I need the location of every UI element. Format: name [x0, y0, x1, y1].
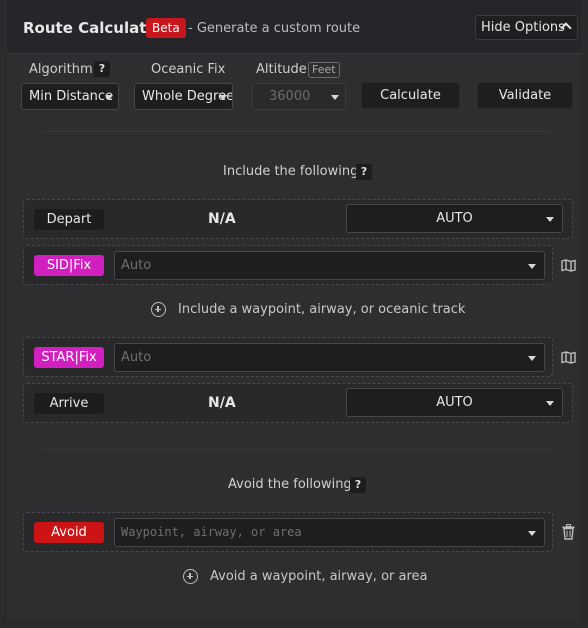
chevron-down-icon — [528, 356, 536, 361]
beta-badge: Beta — [146, 18, 186, 38]
plus-circle-icon[interactable] — [151, 302, 166, 317]
star-fix-select[interactable]: Auto — [114, 343, 545, 372]
chevron-down-icon — [528, 264, 536, 269]
star-fix-tag: STAR|Fix — [34, 347, 104, 368]
arrive-value: N/A — [208, 395, 236, 411]
chevron-down-icon — [219, 95, 227, 100]
arrive-select[interactable]: AUTO — [346, 388, 563, 417]
depart-tag: Depart — [34, 209, 104, 230]
trash-icon[interactable] — [562, 524, 575, 540]
sid-fix-select[interactable]: Auto — [114, 251, 545, 280]
avoid-tag: Avoid — [34, 522, 104, 543]
altitude-select[interactable]: 36000 — [252, 83, 346, 110]
avoid-placeholder: Waypoint, airway, or area — [121, 525, 302, 539]
map-icon[interactable] — [561, 259, 576, 272]
page-title: Route Calculator — [23, 19, 165, 37]
altitude-select-value: 36000 — [269, 89, 311, 104]
chevron-down-icon — [546, 217, 554, 222]
arrive-tag: Arrive — [34, 393, 104, 414]
sid-fix-placeholder: Auto — [121, 258, 152, 273]
chevron-down-icon — [528, 531, 536, 536]
avoid-select[interactable]: Waypoint, airway, or area — [114, 518, 545, 547]
include-waypoint-link[interactable]: Include a waypoint, airway, or oceanic t… — [178, 302, 465, 317]
depart-value: N/A — [208, 211, 236, 227]
chevron-down-icon — [546, 401, 554, 406]
avoid-help-icon[interactable]: ? — [350, 477, 366, 493]
depart-select[interactable]: AUTO — [346, 204, 563, 233]
hide-options-button[interactable]: Hide Options — [475, 15, 578, 40]
oceanic-fix-label: Oceanic Fix — [151, 62, 226, 77]
hide-options-label: Hide Options — [481, 20, 565, 35]
avoid-waypoint-link[interactable]: Avoid a waypoint, airway, or area — [210, 569, 427, 584]
map-icon[interactable] — [561, 351, 576, 364]
altitude-unit-badge: Feet — [308, 62, 340, 78]
include-section-title: Include the following: — [223, 164, 363, 179]
sid-fix-tag: SID|Fix — [34, 255, 104, 276]
include-help-icon[interactable]: ? — [356, 164, 372, 180]
altitude-label: Altitude — [256, 62, 307, 77]
algorithm-select[interactable]: Min Distance — [21, 83, 119, 110]
depart-select-value: AUTO — [436, 211, 473, 226]
algorithm-select-value: Min Distance — [29, 89, 114, 104]
chevron-down-icon — [331, 95, 339, 100]
oceanic-fix-select[interactable]: Whole Degree — [134, 83, 233, 110]
calculate-button[interactable]: Calculate — [361, 82, 460, 109]
star-fix-placeholder: Auto — [121, 350, 152, 365]
arrive-select-value: AUTO — [436, 395, 473, 410]
chevron-down-icon — [105, 95, 113, 100]
divider — [42, 449, 551, 450]
algorithm-help-icon[interactable]: ? — [94, 61, 110, 77]
plus-circle-icon[interactable] — [183, 569, 198, 584]
divider — [42, 131, 551, 132]
validate-button[interactable]: Validate — [477, 82, 573, 109]
page-subtitle: - Generate a custom route — [188, 21, 361, 36]
avoid-section-title: Avoid the following: — [228, 477, 357, 492]
algorithm-label: Algorithm — [29, 62, 93, 77]
